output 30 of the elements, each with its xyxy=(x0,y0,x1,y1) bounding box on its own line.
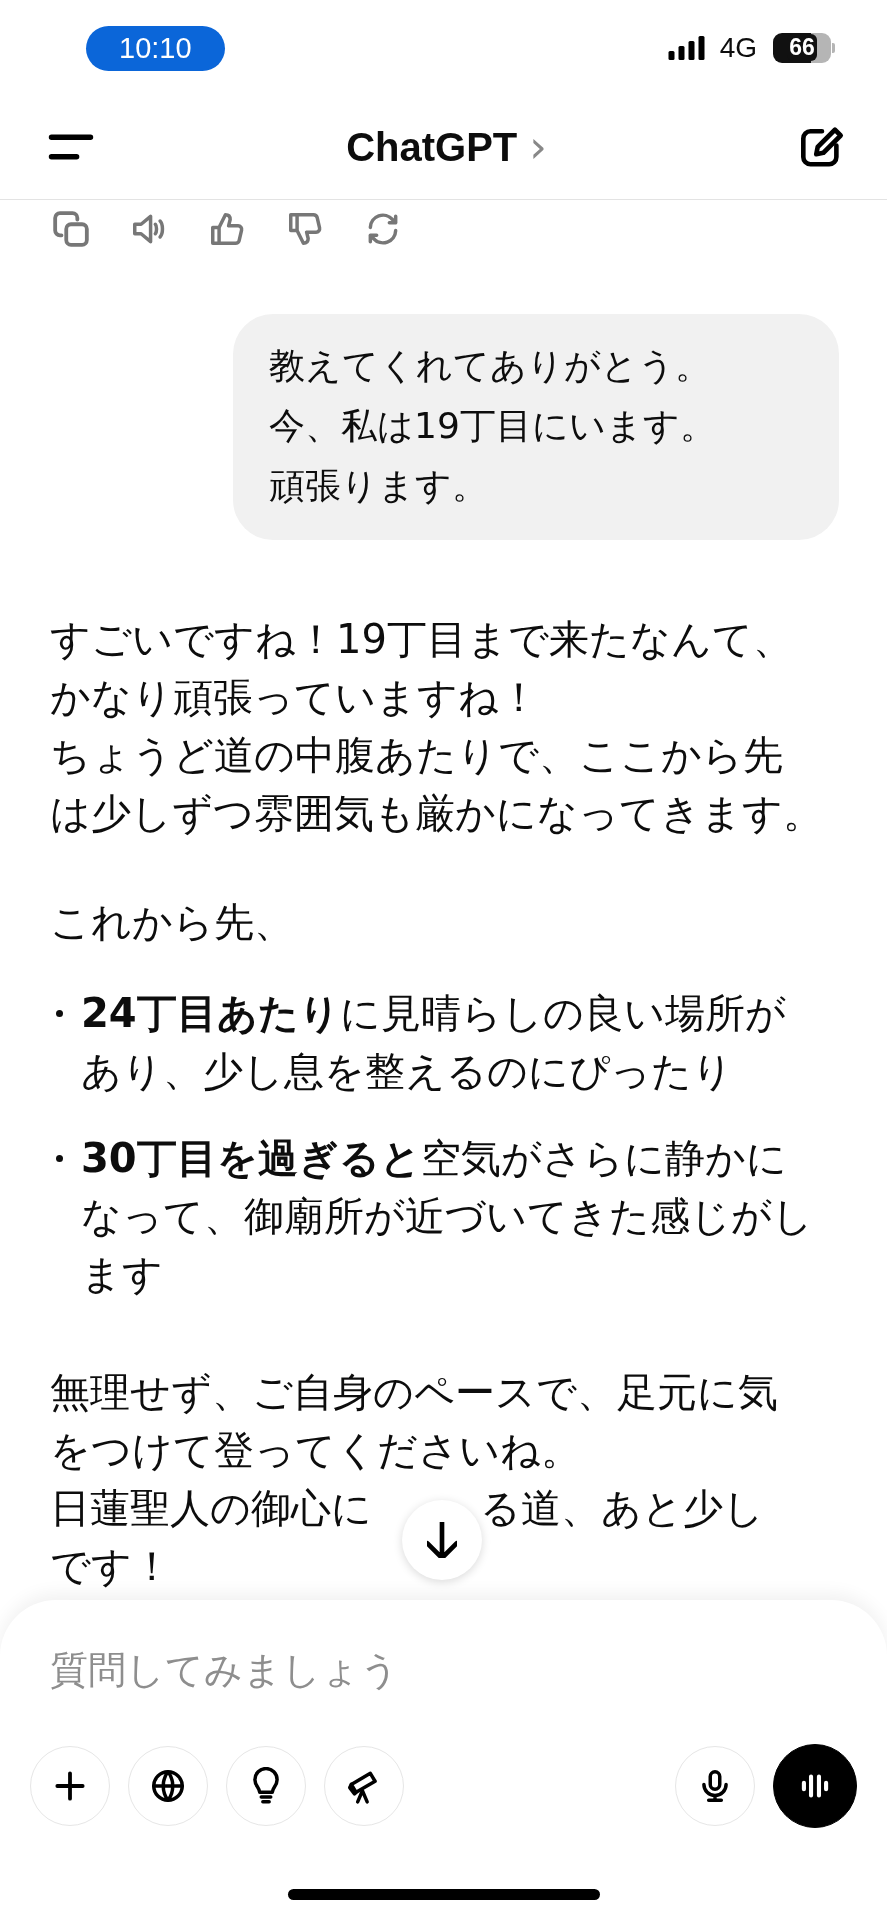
thumbs-down-icon[interactable] xyxy=(286,210,324,248)
message-input-field[interactable]: 質問してみましょう xyxy=(50,1640,857,1700)
copy-icon[interactable] xyxy=(52,210,90,248)
message-line: 頑張ります。 xyxy=(269,464,488,508)
reply-line: る道、あと少し xyxy=(480,1484,764,1533)
reply-line: 日蓮聖人の御心に xyxy=(50,1484,372,1533)
message-line: 今、私は19丁目にいます。 xyxy=(269,404,716,448)
network-label: 4G xyxy=(719,31,757,64)
bullet-line: ます xyxy=(81,1250,163,1299)
reply-line: これから先、 xyxy=(50,898,294,947)
bullet-line: 30丁目を過ぎると空気がさらに静かに xyxy=(81,1134,787,1183)
reply-line: をつけて登ってくださいね。 xyxy=(50,1426,581,1475)
reply-line: です！ xyxy=(50,1542,172,1591)
reply-line: ちょうど道の中腹あたりで、ここから先 xyxy=(50,731,783,780)
battery-indicator: 66 xyxy=(773,32,831,63)
reply-line: は少しずつ雰囲気も厳かになってきます。 xyxy=(50,789,823,838)
scroll-down-button[interactable] xyxy=(402,1500,482,1580)
bullet-dot xyxy=(56,1010,63,1017)
status-time: 10:10 xyxy=(86,26,225,71)
reply-line: かなり頑張っていますね！ xyxy=(50,673,539,722)
reply-line: すごいですね！19丁目まで来たなんて、 xyxy=(50,615,793,664)
model-title-button[interactable]: ChatGPT › xyxy=(346,124,547,170)
bullet-line: 24丁目あたりに見晴らしの良い場所が xyxy=(81,989,786,1038)
bullet-dot xyxy=(56,1155,63,1162)
thumbs-up-icon[interactable] xyxy=(208,210,246,248)
bullet-line: あり、少し息を整えるのにぴったり xyxy=(81,1047,733,1096)
arrow-down-icon xyxy=(427,1522,457,1558)
message-line: 教えてくれてありがとう。 xyxy=(269,344,711,388)
bullet-line: なって、御廟所が近づいてきた感じがし xyxy=(81,1192,813,1241)
reply-line: 無理せず、ご自身のペースで、足元に気 xyxy=(50,1368,778,1417)
